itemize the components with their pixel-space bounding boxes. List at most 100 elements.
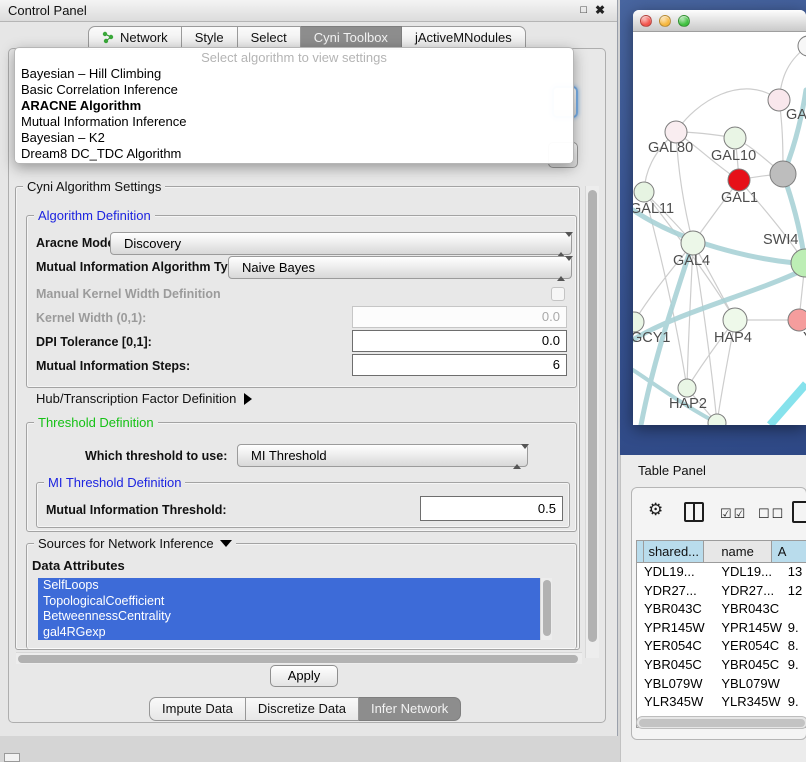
node-label-node-swi4: SWI4 <box>763 232 798 248</box>
aracne-mode-combobox[interactable]: Discovery <box>110 232 572 255</box>
traffic-light-buttons <box>640 15 690 27</box>
close-window-icon[interactable]: ✖ <box>595 3 605 17</box>
node-label-node-gal80: GAL80 <box>648 140 693 156</box>
close-light-icon[interactable] <box>640 15 652 27</box>
network-node-gal11[interactable] <box>634 182 654 202</box>
table-row[interactable]: YPR145WYPR145W9. <box>637 619 806 638</box>
dropdown-item[interactable]: Bayesian – K2 <box>15 130 573 146</box>
table-cell: 9. <box>788 619 806 638</box>
collapse-down-icon <box>220 540 232 547</box>
table-row[interactable]: YDR27...YDR27...12 <box>637 582 806 601</box>
tab-label: Style <box>195 30 224 45</box>
table-cell: YLR345W <box>637 693 712 712</box>
network-node-y[interactable] <box>788 309 806 331</box>
network-node-hap4[interactable] <box>723 308 747 332</box>
settings-vertical-scrollbar[interactable] <box>585 186 599 658</box>
table-cell: YBL079W <box>712 675 787 694</box>
zoom-light-icon[interactable] <box>678 15 690 27</box>
combo-arrows-icon <box>557 237 565 251</box>
control-panel-titlebar: Control Panel □ ✖ <box>0 0 617 22</box>
mi-algorithm-type-label: Mutual Information Algorithm Type: <box>36 260 246 274</box>
dpi-tolerance-label: DPI Tolerance [0,1]: <box>36 335 152 349</box>
table-horizontal-scrollbar[interactable] <box>636 716 806 729</box>
which-threshold-label: Which threshold to use: <box>85 449 227 463</box>
minimized-panel-icon[interactable] <box>4 753 20 762</box>
dropdown-item[interactable]: Dream8 DC_TDC Algorithm <box>15 146 573 162</box>
network-node-gray[interactable] <box>770 161 796 187</box>
attribute-item[interactable]: BetweennessCentrality <box>38 609 540 625</box>
network-node-gal1[interactable] <box>728 169 750 191</box>
column-header-name[interactable]: name <box>704 541 771 562</box>
algorithm-dropdown-prompt: Select algorithm to view settings <box>15 50 573 66</box>
attribute-item[interactable]: gal4RGexp <box>38 625 540 641</box>
table-gutter <box>637 541 644 562</box>
table-row[interactable]: YBR045CYBR045C9. <box>637 656 806 675</box>
node-label-node-gal1: GAL1 <box>721 190 758 206</box>
table-cell <box>788 600 806 619</box>
dropdown-item[interactable]: Bayesian – Hill Climbing <box>15 66 573 82</box>
attribute-item[interactable]: TopologicalCoefficient <box>38 594 540 610</box>
table-cell: YER054C <box>637 637 712 656</box>
settings-horizontal-scrollbar[interactable] <box>16 652 582 664</box>
control-panel-title: Control Panel <box>8 3 87 18</box>
table-panel: Table Panel ⚙ ☑☑ ☐☐ shared... name A YDL… <box>620 455 806 762</box>
control-panel-window: Control Panel □ ✖ NetworkStyleSelectCyni… <box>0 0 618 736</box>
minimize-light-icon[interactable] <box>659 15 671 27</box>
attribute-item[interactable]: SelfLoops <box>38 578 540 594</box>
document-icon[interactable] <box>792 501 806 523</box>
apply-button[interactable]: Apply <box>270 665 338 687</box>
node-label-node-gal4: GAL4 <box>673 253 710 269</box>
select-all-checkboxes-icon[interactable]: ☑☑ <box>720 506 747 522</box>
tab-discretize-data[interactable]: Discretize Data <box>246 697 359 721</box>
table-row[interactable]: YBR043CYBR043C <box>637 600 806 619</box>
columns-icon[interactable] <box>684 502 704 522</box>
node-label-node-gal: GAL <box>786 107 806 123</box>
data-attributes-list[interactable]: SelfLoopsTopologicalCoefficientBetweenne… <box>38 578 540 640</box>
network-view-window: GALGAL80GAL10GAL1GAL11SWI4GAL4GCY1HAP4YH… <box>633 10 806 425</box>
table-cell: 9. <box>788 656 806 675</box>
tab-infer-network[interactable]: Infer Network <box>359 697 461 721</box>
sources-group-title[interactable]: Sources for Network Inference <box>34 536 236 551</box>
mi-steps-input[interactable]: 6 <box>352 354 567 376</box>
table-row[interactable]: YLR345WYLR345W9. <box>637 693 806 712</box>
column-header-partial[interactable]: A <box>772 541 806 562</box>
table-cell: 12 <box>788 582 806 601</box>
mi-threshold-input[interactable]: 0.5 <box>420 496 563 521</box>
network-canvas[interactable]: GALGAL80GAL10GAL1GAL11SWI4GAL4GCY1HAP4YH… <box>633 32 806 425</box>
algorithm-dropdown-popup: Select algorithm to view settings Bayesi… <box>14 47 574 164</box>
dpi-tolerance-input[interactable]: 0.0 <box>352 330 567 352</box>
network-node-gal4[interactable] <box>681 231 705 255</box>
table-row[interactable]: YDL19...YDL19...13 <box>637 563 806 582</box>
table-cell: 8. <box>788 637 806 656</box>
node-label-node-hap4: HAP4 <box>714 330 752 346</box>
table-panel-title: Table Panel <box>638 463 706 478</box>
column-header-shared-name[interactable]: shared... <box>644 541 704 562</box>
dropdown-item[interactable]: Basic Correlation Inference <box>15 82 573 98</box>
tab-impute-data[interactable]: Impute Data <box>149 697 246 721</box>
kernel-width-input[interactable]: 0.0 <box>352 306 567 328</box>
dropdown-item[interactable]: ARACNE Algorithm <box>15 98 573 114</box>
kernel-width-label: Kernel Width (0,1): <box>36 311 146 325</box>
which-threshold-combobox[interactable]: MI Threshold <box>237 444 528 467</box>
network-node-gcy1[interactable] <box>633 312 644 332</box>
threshold-definition-title: Threshold Definition <box>34 415 158 430</box>
table-cell: YDL19... <box>712 563 787 582</box>
combo-arrows-icon <box>513 449 521 463</box>
dropdown-item[interactable]: Mutual Information Inference <box>15 114 573 130</box>
tab-label: Network <box>120 30 168 45</box>
gear-icon[interactable]: ⚙ <box>648 500 663 520</box>
table-cell: 13 <box>788 563 806 582</box>
attributes-list-scrollbar[interactable] <box>540 578 552 640</box>
node-table-card: ⚙ ☑☑ ☐☐ shared... name A YDL19...YDL19..… <box>631 487 806 740</box>
network-node-gal10[interactable] <box>724 127 746 149</box>
table-row[interactable]: YBL079WYBL079W <box>637 675 806 694</box>
table-row[interactable]: YER054CYER054C8. <box>637 637 806 656</box>
hub-definition-toggle[interactable]: Hub/Transcription Factor Definition <box>36 391 252 406</box>
deselect-all-checkboxes-icon[interactable]: ☐☐ <box>758 506 785 522</box>
data-attributes-label: Data Attributes <box>32 558 125 573</box>
network-node-hap2[interactable] <box>678 379 696 397</box>
float-window-icon[interactable]: □ <box>580 4 587 16</box>
mi-algorithm-type-combobox[interactable]: Naive Bayes <box>228 256 572 279</box>
table-cell <box>788 675 806 694</box>
manual-kernel-width-checkbox[interactable] <box>551 287 565 301</box>
